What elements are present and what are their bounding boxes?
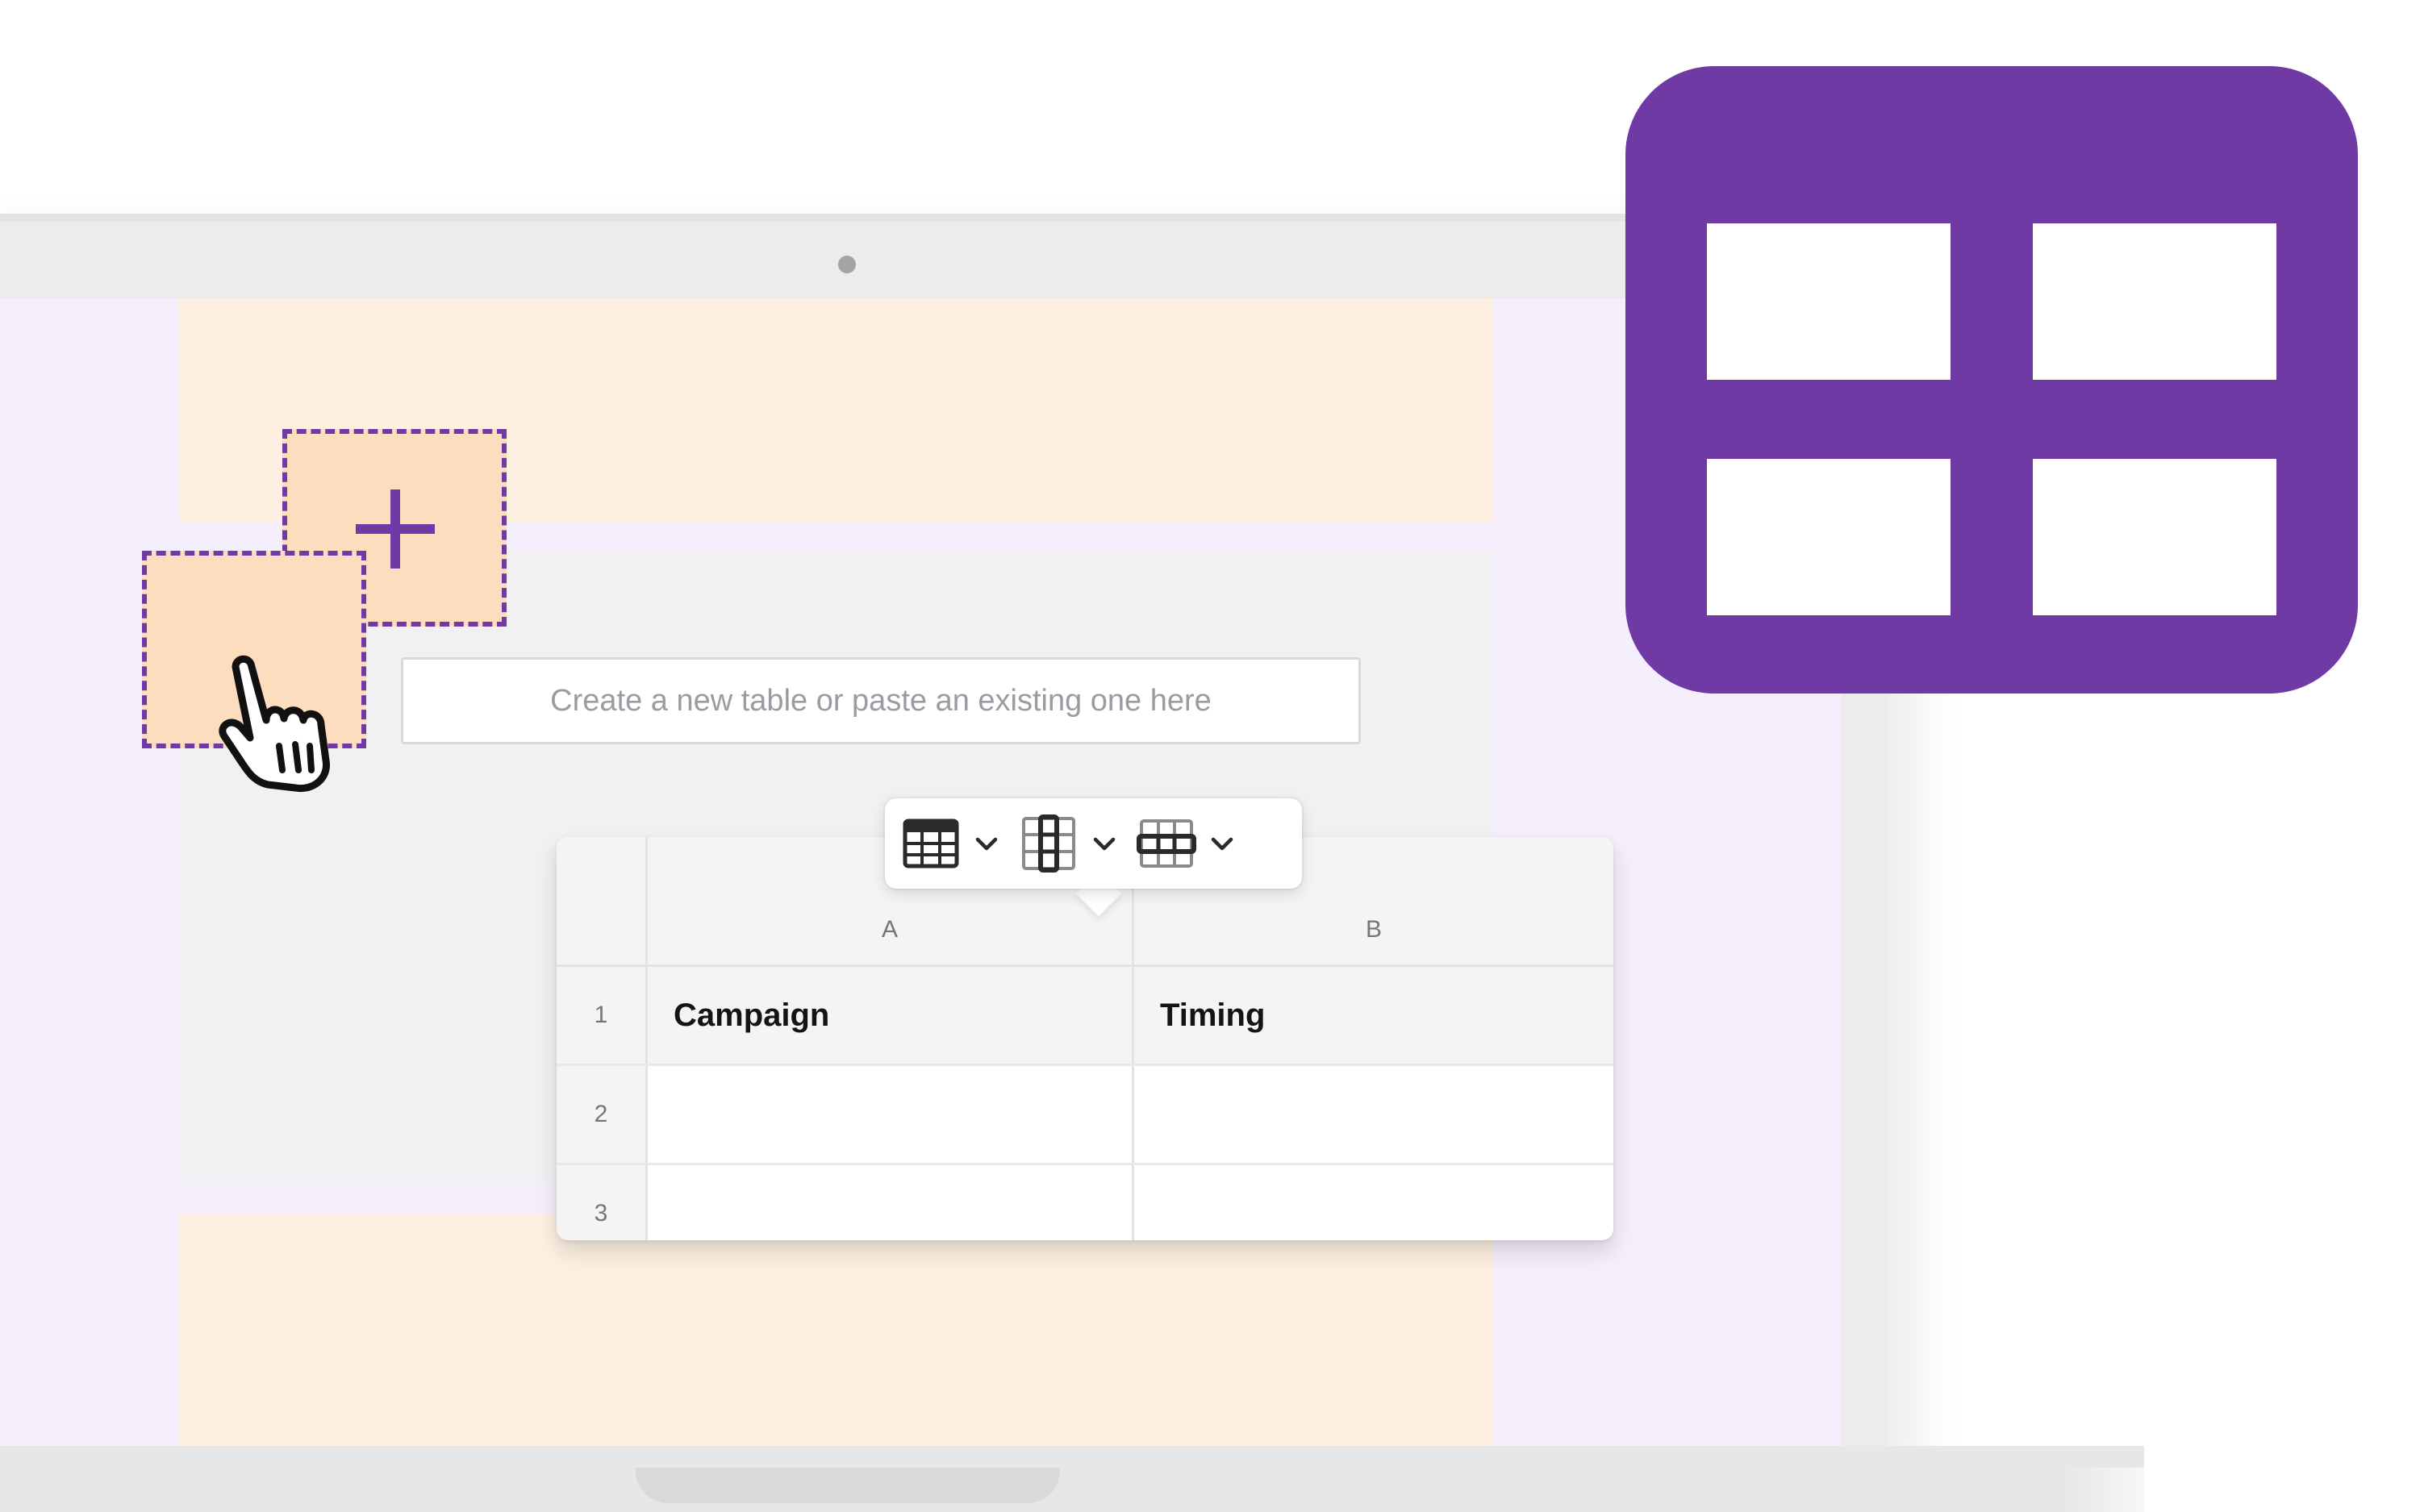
corner-cell[interactable]	[557, 837, 648, 964]
table-row-icon	[1137, 819, 1196, 868]
row-number[interactable]: 2	[557, 1066, 648, 1163]
table-row: 1 Campaign Timing	[557, 967, 1613, 1066]
row-options-button[interactable]	[1137, 814, 1254, 873]
laptop-notch	[636, 1468, 1060, 1503]
table-cell[interactable]	[1134, 1165, 1613, 1240]
table-row: 2	[557, 1066, 1613, 1165]
laptop-base-edge	[2065, 1468, 2144, 1512]
plus-icon-stem	[390, 489, 400, 569]
table-row: 3	[557, 1165, 1613, 1240]
chevron-down-icon[interactable]	[1090, 829, 1119, 858]
table-column-icon	[1022, 814, 1075, 873]
table-cell[interactable]	[648, 1066, 1134, 1163]
table-icon	[1625, 66, 2358, 694]
laptop-camera	[838, 256, 856, 273]
table-grid-icon	[903, 818, 959, 868]
table-cell[interactable]: Campaign	[648, 967, 1134, 1064]
chevron-down-icon[interactable]	[972, 829, 1001, 858]
laptop-base	[0, 1446, 2144, 1512]
column-options-button[interactable]	[1019, 814, 1137, 873]
new-table-input[interactable]	[401, 657, 1361, 744]
row-number[interactable]: 3	[557, 1165, 648, 1240]
table-cell[interactable]	[1134, 1066, 1613, 1163]
document-block-bottom	[179, 1214, 1494, 1447]
table-cell[interactable]	[648, 1165, 1134, 1240]
table-toolbar	[885, 798, 1302, 889]
row-number[interactable]: 1	[557, 967, 648, 1064]
chevron-down-icon[interactable]	[1208, 829, 1237, 858]
table-options-button[interactable]	[901, 814, 1019, 873]
hand-pointer-icon	[219, 655, 330, 793]
table-cell[interactable]: Timing	[1134, 967, 1613, 1064]
